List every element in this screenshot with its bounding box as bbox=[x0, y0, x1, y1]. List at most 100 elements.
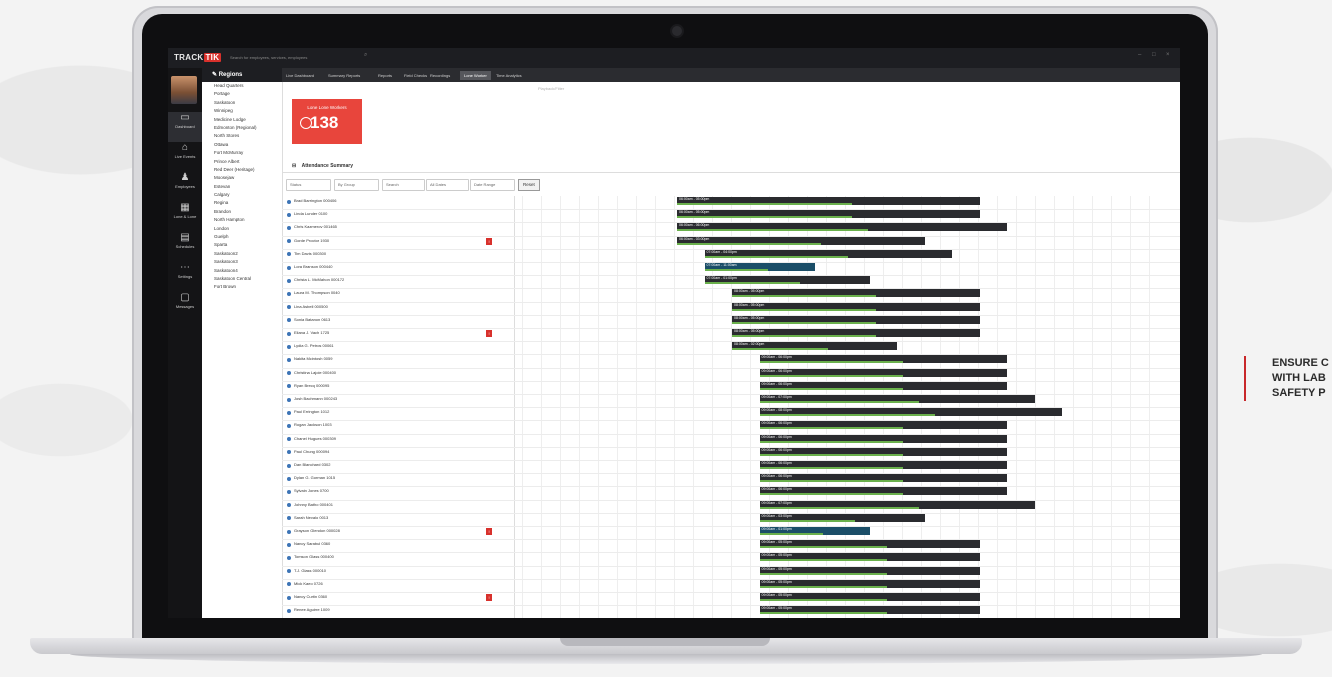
shift-bar[interactable]: 09:00am - 05:00pm bbox=[759, 579, 980, 588]
collapse-icon[interactable]: ⊟ bbox=[292, 163, 296, 169]
region-item[interactable]: Saskatoon bbox=[202, 99, 282, 107]
region-item[interactable]: Portage bbox=[202, 90, 282, 98]
shift-bar[interactable]: 06:00am - 06:00pm bbox=[677, 223, 1007, 232]
alert-icon[interactable]: ! bbox=[486, 594, 492, 601]
shift-bar[interactable]: 07:00am - 01:00pm bbox=[704, 276, 870, 285]
tab-field-checks[interactable]: Field Checks bbox=[404, 71, 427, 80]
employee-name[interactable]: Christina Lajoie 000400 bbox=[294, 368, 336, 377]
filter-date-range[interactable]: Date Range bbox=[470, 179, 515, 191]
shift-bar[interactable]: 09:00am - 05:00pm bbox=[759, 540, 980, 549]
table-row[interactable]: Ryan Brecq 000095 09:00am - 06:00pm bbox=[282, 381, 1180, 395]
shift-bar[interactable]: 09:00am - 06:00pm bbox=[759, 474, 1007, 483]
table-row[interactable]: Rogan Jackson 1003 09:00am - 06:00pm bbox=[282, 420, 1180, 435]
sidebar-item-lone-lone[interactable]: ▦ Lone & Lone bbox=[168, 202, 202, 232]
table-row[interactable]: Dylan G. Gorman 1015 09:00am - 06:00pm bbox=[282, 473, 1180, 488]
region-item[interactable]: North Hampton bbox=[202, 216, 282, 224]
region-item[interactable]: Moosejaw bbox=[202, 174, 282, 182]
table-row[interactable]: Josh Bachmann 000243 09:00am - 07:00pm bbox=[282, 394, 1180, 409]
shift-bar[interactable]: 09:00am - 01:00pm bbox=[759, 527, 870, 535]
tab-recordings[interactable]: Recordings bbox=[430, 71, 450, 80]
search-icon[interactable]: ⌕ bbox=[364, 52, 369, 58]
filter-by-group[interactable]: By Group bbox=[334, 179, 379, 191]
table-row[interactable]: Lydia G. Petros 00061 08:00am - 02:00pm bbox=[282, 341, 1180, 356]
region-item[interactable]: Sparta bbox=[202, 241, 282, 249]
tab-live-dashboard[interactable]: Live Dashboard bbox=[286, 71, 314, 80]
employee-name[interactable]: Sylvain Jones 0700 bbox=[294, 486, 329, 495]
region-item[interactable]: Saskatoon4 bbox=[202, 267, 282, 275]
shift-bar[interactable]: 06:00am - 03:00pm bbox=[677, 236, 925, 245]
region-item[interactable]: Red Deer (Heritage) bbox=[202, 166, 282, 174]
table-row[interactable]: Dan Blanchard 0302 09:00am - 06:00pm bbox=[282, 460, 1180, 475]
region-item[interactable]: Medicine Lodge bbox=[202, 116, 282, 124]
employee-name[interactable]: Brad Barrington 000406 bbox=[294, 196, 336, 205]
tab-summary-reports[interactable]: Summary Reports bbox=[328, 71, 360, 80]
region-item[interactable]: Ottawa bbox=[202, 141, 282, 149]
region-item[interactable]: Regina bbox=[202, 199, 282, 207]
employee-name[interactable]: Tim Davis 000300 bbox=[294, 249, 326, 258]
tab-lone-worker[interactable]: Lone Worker bbox=[460, 71, 491, 80]
attendance-summary-header[interactable]: ⊟ Attendance Summary bbox=[282, 160, 1180, 173]
shift-bar[interactable]: 09:00am - 06:00pm bbox=[759, 355, 1007, 364]
table-row[interactable]: Chris Kazmerov 001465 06:00am - 06:00pm bbox=[282, 222, 1180, 237]
app-logo[interactable]: TRACK TIK bbox=[174, 53, 222, 62]
region-item[interactable]: Prince Albert bbox=[202, 158, 282, 166]
sidebar-item-employees[interactable]: ♟ Employees bbox=[168, 172, 202, 202]
table-row[interactable]: Lina Asbell 000500 08:00am - 05:00pm bbox=[282, 302, 1180, 316]
pencil-icon[interactable]: ✎ bbox=[212, 72, 219, 78]
sidebar-item-settings[interactable]: ⋯ Settings bbox=[168, 262, 202, 292]
lone-worker-kpi[interactable]: Lone Lone Workers 138 bbox=[292, 99, 362, 144]
shift-bar[interactable]: 09:00am - 05:00pm bbox=[759, 566, 980, 575]
alert-icon[interactable]: ! bbox=[486, 237, 492, 245]
employee-name[interactable]: Rogan Jackson 1003 bbox=[294, 420, 332, 429]
table-row[interactable]: Nakita Mcintosh 0059 09:00am - 06:00pm bbox=[282, 354, 1180, 369]
region-item[interactable]: London bbox=[202, 225, 282, 233]
employee-name[interactable]: Ryan Brecq 000095 bbox=[294, 381, 329, 390]
avatar[interactable] bbox=[171, 76, 197, 104]
region-item[interactable]: Saskatoon Central bbox=[202, 275, 282, 283]
shift-bar[interactable]: 09:00am - 05:00pm bbox=[759, 606, 980, 615]
minimize-icon[interactable]: – bbox=[1138, 52, 1143, 58]
table-row[interactable]: Sonia Batanon 0613 08:00am - 05:00pm bbox=[282, 315, 1180, 329]
tab-time-analytics[interactable]: Time Analytics bbox=[496, 71, 522, 80]
employee-name[interactable]: Lydia G. Petros 00061 bbox=[294, 341, 334, 350]
shift-bar[interactable]: 09:00am - 05:00pm bbox=[759, 553, 980, 562]
employee-name[interactable]: Sarah Nevalo 0013 bbox=[294, 513, 328, 522]
tab-sub-label[interactable]: Playback/Filter bbox=[538, 86, 564, 91]
table-row[interactable]: Gorde Proctor 1930! 06:00am - 03:00pm bbox=[282, 236, 1180, 250]
employee-name[interactable]: Nancy Curtin 0360 bbox=[294, 592, 327, 601]
shift-bar[interactable]: 09:00am - 06:00pm bbox=[759, 487, 1007, 496]
region-item[interactable]: Saskatoon3 bbox=[202, 258, 282, 266]
table-row[interactable]: Paul Chung 000094 09:00am - 06:00pm bbox=[282, 447, 1180, 461]
shift-bar[interactable]: 07:00am - 11:00am bbox=[704, 263, 815, 271]
employee-name[interactable]: Paul Errington 1012 bbox=[294, 407, 329, 416]
employee-name[interactable]: Josh Bachmann 000243 bbox=[294, 394, 337, 403]
shift-bar[interactable]: 08:00am - 05:00pm bbox=[732, 302, 980, 311]
employee-name[interactable]: Chanel Hugues 000309 bbox=[294, 434, 336, 443]
employee-name[interactable]: Grayson Glendon 000028 bbox=[294, 526, 340, 535]
region-item[interactable]: North Stores bbox=[202, 132, 282, 140]
region-item[interactable]: Calgary bbox=[202, 191, 282, 199]
employee-name[interactable]: Christa L. McMahon 000172 bbox=[294, 275, 344, 284]
filter-all-dates[interactable]: All Dates bbox=[426, 179, 469, 191]
tab-reports[interactable]: Reports bbox=[378, 71, 392, 80]
maximize-icon[interactable]: □ bbox=[1152, 52, 1157, 58]
table-row[interactable]: Sarah Nevalo 0013 09:00am - 03:00pm bbox=[282, 513, 1180, 527]
employee-name[interactable]: Linda Lunder 0100 bbox=[294, 209, 327, 218]
shift-bar[interactable]: 06:00am - 05:00pm bbox=[677, 210, 980, 219]
employee-name[interactable]: Gorde Proctor 1930 bbox=[294, 236, 329, 245]
sidebar-item-messages[interactable]: ▢ Messages bbox=[168, 292, 202, 322]
employee-name[interactable]: Laura M. Thompson 0040 bbox=[294, 288, 340, 297]
region-item[interactable]: Estevan bbox=[202, 183, 282, 191]
employee-name[interactable]: Chris Kazmerov 001465 bbox=[294, 222, 337, 231]
shift-bar[interactable]: 06:00am - 05:00pm bbox=[677, 197, 980, 205]
table-row[interactable]: Chanel Hugues 000309 09:00am - 06:00pm bbox=[282, 434, 1180, 448]
shift-bar[interactable]: 09:00am - 06:00pm bbox=[759, 461, 1007, 469]
shift-bar[interactable]: 09:00am - 08:00pm bbox=[759, 408, 1062, 417]
search-input[interactable]: Search for employees, services, employee… bbox=[230, 53, 360, 62]
shift-bar[interactable]: 09:00am - 06:00pm bbox=[759, 434, 1007, 443]
filter-status[interactable]: Status bbox=[286, 179, 331, 191]
shift-bar[interactable]: 09:00am - 06:00pm bbox=[759, 421, 1007, 430]
table-row[interactable]: T.J. Glass 000010 09:00am - 05:00pm bbox=[282, 566, 1180, 580]
region-item[interactable]: Edmonton (Regional) bbox=[202, 124, 282, 132]
employee-name[interactable]: Sonia Batanon 0613 bbox=[294, 315, 330, 324]
